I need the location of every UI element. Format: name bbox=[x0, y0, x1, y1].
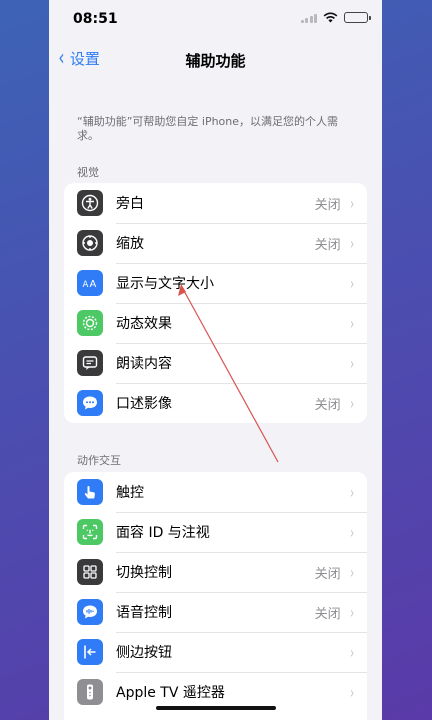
zoom-icon bbox=[77, 230, 103, 256]
text-size-icon: AA bbox=[77, 270, 103, 296]
spoken-content-icon bbox=[77, 350, 103, 376]
apple-tv-remote-icon bbox=[77, 679, 103, 705]
chevron-right-icon: › bbox=[349, 642, 354, 662]
row-value: 关闭 bbox=[314, 397, 341, 413]
row-value: 关闭 bbox=[314, 566, 341, 582]
side-button-icon bbox=[77, 639, 103, 665]
row-motion[interactable]: 动态效果 › bbox=[64, 303, 367, 343]
row-label: 显示与文字大小 bbox=[116, 276, 214, 292]
phone-screen: 08:51 ‹ 设置 辅助功能 “辅助功能”可帮助您自定 iPhone，以满足您… bbox=[49, 0, 382, 720]
row-label: 朗读内容 bbox=[116, 356, 172, 372]
voiceover-icon bbox=[77, 190, 103, 216]
row-value: 关闭 bbox=[314, 606, 341, 622]
intro-description: “辅助功能”可帮助您自定 iPhone，以满足您的个人需求。 bbox=[77, 115, 339, 142]
row-label: 缩放 bbox=[116, 236, 144, 252]
row-spoken-content[interactable]: 朗读内容 › bbox=[64, 343, 367, 383]
face-id-icon bbox=[77, 519, 103, 545]
chevron-right-icon: › bbox=[349, 602, 354, 622]
chevron-right-icon: › bbox=[349, 682, 354, 702]
row-label: Apple TV 遥控器 bbox=[116, 685, 225, 701]
row-side-button[interactable]: 侧边按钮 › bbox=[64, 632, 367, 672]
battery-icon bbox=[344, 12, 371, 23]
row-label: 切换控制 bbox=[116, 565, 172, 581]
row-label: 口述影像 bbox=[116, 396, 172, 412]
settings-group-interaction: 触控 › 面容 ID 与注视 › 切换控制 关闭 › 语音控制 关闭 › 侧边按… bbox=[64, 472, 367, 720]
chevron-right-icon: › bbox=[349, 273, 354, 293]
motion-icon bbox=[77, 310, 103, 336]
status-bar: 08:51 bbox=[49, 0, 382, 38]
row-label: 语音控制 bbox=[116, 605, 172, 621]
row-voiceover[interactable]: 旁白 关闭 › bbox=[64, 183, 367, 223]
touch-icon bbox=[77, 479, 103, 505]
row-face-id-attention[interactable]: 面容 ID 与注视 › bbox=[64, 512, 367, 552]
chevron-right-icon: › bbox=[349, 193, 354, 213]
audio-description-icon bbox=[77, 390, 103, 416]
chevron-right-icon: › bbox=[349, 522, 354, 542]
row-zoom[interactable]: 缩放 关闭 › bbox=[64, 223, 367, 263]
chevron-right-icon: › bbox=[349, 233, 354, 253]
chevron-right-icon: › bbox=[349, 562, 354, 582]
settings-group-vision: 旁白 关闭 › 缩放 关闭 › AA 显示与文字大小 › 动态效果 › 朗读内容… bbox=[64, 183, 367, 423]
cellular-signal-icon bbox=[300, 13, 317, 23]
row-voice-control[interactable]: 语音控制 关闭 › bbox=[64, 592, 367, 632]
row-audio-description[interactable]: 口述影像 关闭 › bbox=[64, 383, 367, 423]
chevron-right-icon: › bbox=[349, 393, 354, 413]
row-display-text-size[interactable]: AA 显示与文字大小 › bbox=[64, 263, 367, 303]
section-header-interaction: 动作交互 bbox=[77, 454, 121, 467]
svg-text:A: A bbox=[83, 280, 89, 290]
chevron-right-icon: › bbox=[349, 313, 354, 333]
chevron-right-icon: › bbox=[349, 353, 354, 373]
row-value: 关闭 bbox=[314, 197, 341, 213]
row-label: 旁白 bbox=[116, 196, 144, 212]
switch-control-icon bbox=[77, 559, 103, 585]
navigation-bar: ‹ 设置 辅助功能 bbox=[49, 40, 382, 80]
row-value: 关闭 bbox=[314, 237, 341, 253]
row-label: 面容 ID 与注视 bbox=[116, 525, 210, 541]
section-header-vision: 视觉 bbox=[77, 166, 99, 179]
status-time: 08:51 bbox=[73, 11, 118, 27]
row-label: 动态效果 bbox=[116, 316, 172, 332]
chevron-right-icon: › bbox=[349, 482, 354, 502]
home-indicator[interactable] bbox=[156, 706, 276, 710]
page-title: 辅助功能 bbox=[185, 52, 246, 70]
row-switch-control[interactable]: 切换控制 关闭 › bbox=[64, 552, 367, 592]
status-icons bbox=[300, 12, 371, 23]
row-label: 触控 bbox=[116, 485, 144, 501]
row-touch[interactable]: 触控 › bbox=[64, 472, 367, 512]
svg-text:A: A bbox=[90, 279, 97, 290]
row-label: 侧边按钮 bbox=[116, 645, 172, 661]
wifi-icon bbox=[323, 12, 338, 23]
voice-control-icon bbox=[77, 599, 103, 625]
